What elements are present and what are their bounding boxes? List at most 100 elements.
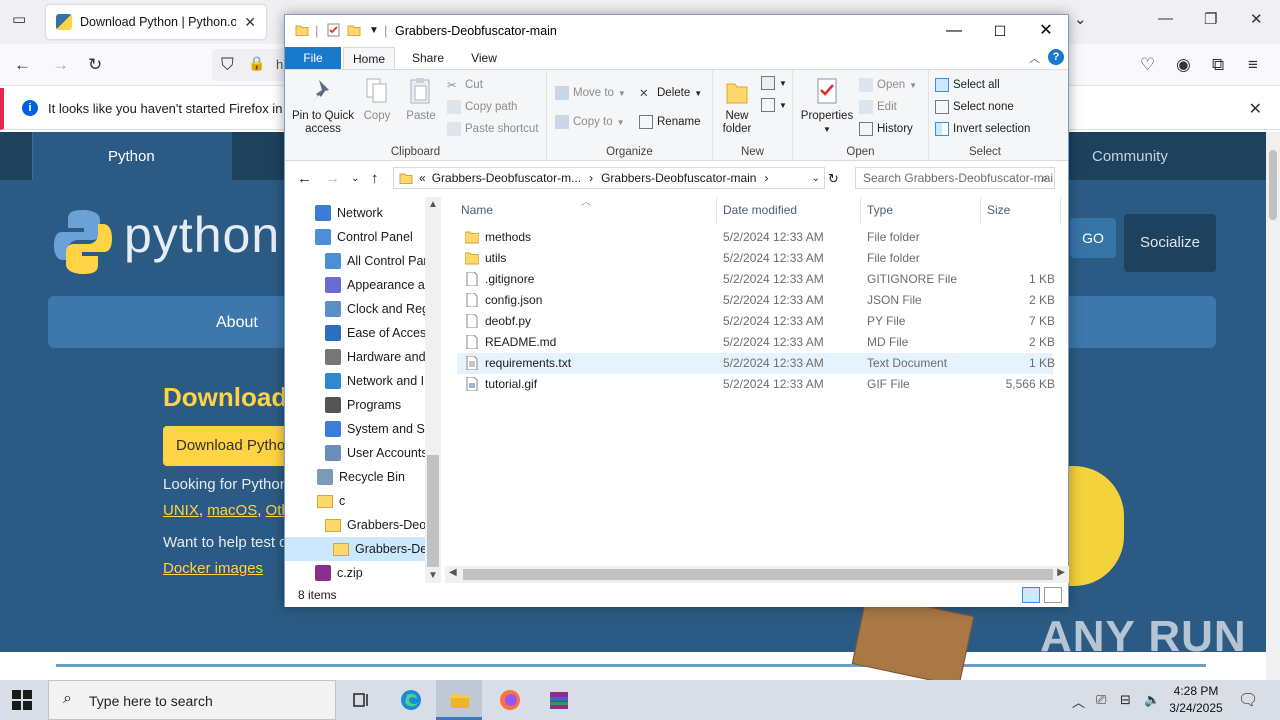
lock-icon[interactable]: 🔒 [248,55,265,72]
refresh-icon[interactable]: ↻ [828,171,839,187]
back-icon[interactable]: ← [14,55,31,75]
scroll-down-icon[interactable]: ▼ [428,570,438,581]
taskbar-clock[interactable]: 4:28 PM 3/24/2025 [1166,683,1226,717]
open-button[interactable]: Open ▼ [859,78,917,92]
properties-button[interactable]: Properties ▼ [799,76,855,136]
url-text[interactable]: h [276,57,283,72]
copy-to-button[interactable]: Copy to ▼ [555,115,625,129]
show-hidden-icons-icon[interactable]: ︿ [1072,692,1085,711]
shield-icon[interactable]: ⛉ [221,55,234,75]
close-tab-icon[interactable]: ✕ [244,14,256,31]
nav-item[interactable]: Grabbers-Deobfuscator-main [285,537,441,561]
python-logo-icon[interactable] [54,208,112,276]
nav-item[interactable]: Recycle Bin [285,465,425,489]
delete-button[interactable]: ✕ Delete ▼ [639,86,702,100]
properties-quick-icon[interactable] [327,23,341,37]
nav-item[interactable]: User Accounts [285,441,428,465]
taskbar-search[interactable]: ⌕ Type here to search [48,680,336,720]
firefox-taskbar-button[interactable] [486,680,532,720]
scroll-right-icon[interactable]: ▶ [1057,567,1065,578]
nav-item[interactable]: Hardware and Sound [285,345,441,369]
pin-to-quick-access-button[interactable]: Pin to Quick access [291,76,355,136]
rename-button[interactable]: Rename [639,115,700,129]
socialize-button[interactable]: Socialize [1124,214,1216,272]
column-type[interactable]: Type [861,197,981,223]
minimize-icon[interactable]: — [1158,10,1173,27]
overflow-icon[interactable]: « [419,171,426,185]
large-icons-view-icon[interactable] [1044,587,1062,603]
download-python-button[interactable]: Download Python [163,426,303,466]
nav-item[interactable]: Control Panel [285,225,425,249]
windows-start-icon[interactable] [12,690,32,710]
volume-icon[interactable]: 🔈 [1144,692,1160,708]
minimize-icon[interactable]: — [931,19,977,43]
select-all-button[interactable]: Select all [935,78,1000,92]
paste-button[interactable]: Paste [401,76,441,123]
edit-button[interactable]: Edit [859,100,897,114]
file-row[interactable]: tutorial.gif 5/2/2024 12:33 AM GIF File 5,5… [457,374,1055,395]
breadcrumb-chevron-icon[interactable]: › [589,171,593,185]
hscroll-thumb[interactable] [463,569,1053,580]
nav-item[interactable]: Network [285,201,425,225]
nav-item[interactable]: c.zip [285,561,425,583]
file-row[interactable]: config.json 5/2/2024 12:33 AM JSON File 2 K… [457,290,1055,311]
breadcrumb-parent[interactable]: Grabbers-Deobfuscator-m... [432,171,581,185]
extensions-icon[interactable]: ⧉ [1212,55,1224,75]
notifications-icon[interactable]: 🗨 [1238,690,1258,710]
tab-file[interactable]: File [285,47,341,69]
tab-view[interactable]: View [461,47,507,69]
tab-list-icon[interactable]: ▭ [12,10,26,28]
file-explorer-taskbar-button[interactable] [436,680,482,720]
customize-quick-access-icon[interactable]: ▼ [369,25,379,36]
pocket-icon[interactable]: ♡ [1140,55,1155,75]
breadcrumb-chevron-icon[interactable]: › [764,171,768,185]
task-view-button[interactable] [337,680,383,720]
unix-link[interactable]: UNIX [163,502,199,519]
docker-images-link[interactable]: Docker images [163,560,263,577]
nav-item[interactable]: All Control Panel Items [285,249,441,273]
new-folder-button[interactable]: New folder [717,76,757,136]
nav-scroll-thumb[interactable] [427,455,439,567]
tab-share[interactable]: Share [405,47,451,69]
macos-link[interactable]: macOS [207,502,257,519]
browser-scroll-thumb[interactable] [1269,150,1277,220]
search-go-button[interactable]: GO [1070,218,1116,258]
scroll-up-icon[interactable]: ▲ [428,199,438,210]
close-icon[interactable]: ✕ [1023,19,1069,43]
file-row[interactable]: deobf.py 5/2/2024 12:33 AM PY File 7 KB [457,311,1055,332]
file-row[interactable]: utils 5/2/2024 12:33 AM File folder [457,248,1053,269]
nav-item[interactable]: Network and Internet [285,369,441,393]
maximize-icon[interactable]: ☐ [977,19,1023,43]
breadcrumb-current[interactable]: Grabbers-Deobfuscator-main [601,171,756,185]
scroll-left-icon[interactable]: ◀ [449,567,457,578]
nav-item[interactable]: Clock and Region [285,297,441,321]
nav-community[interactable]: Community [1092,148,1168,165]
forward-icon[interactable]: → [325,170,340,187]
nav-pane-scrollbar[interactable]: ▲ ▼ [425,197,441,583]
browser-scrollbar[interactable] [1266,132,1280,680]
nav-item[interactable]: c [285,489,425,513]
easy-access-button[interactable]: ▼ [761,98,787,112]
back-icon[interactable]: ← [297,170,312,187]
select-none-button[interactable]: Select none [935,100,1014,114]
edge-taskbar-button[interactable] [387,680,433,720]
chevron-down-icon[interactable]: ⌄ [1074,10,1087,28]
file-row[interactable]: README.md 5/2/2024 12:33 AM MD File 2 KB [457,332,1055,353]
help-icon[interactable]: ? [1048,49,1064,65]
close-window-icon[interactable]: ✕ [1250,10,1263,28]
nav-python[interactable]: Python [108,148,155,165]
column-size[interactable]: Size [981,197,1061,223]
account-icon[interactable]: ◉ [1176,55,1191,75]
column-date[interactable]: Date modified [717,197,861,223]
column-name[interactable]: Name [455,197,717,223]
nav-item[interactable]: Grabbers-Deobfuscator-main [285,513,441,537]
menu-about[interactable]: About [216,314,258,332]
new-item-button[interactable]: ▼ [761,76,787,90]
invert-selection-button[interactable]: Invert selection [935,122,1030,136]
copy-path-button[interactable]: Copy path [447,100,517,114]
network-tray-icon[interactable]: ⎚ [1096,692,1106,708]
new-folder-quick-icon[interactable] [347,23,361,37]
browser-tab[interactable]: Download Python | Python.org ✕ [46,5,266,39]
nav-item[interactable]: System and Security [285,417,441,441]
recent-locations-icon[interactable]: ⌄ [351,173,359,184]
